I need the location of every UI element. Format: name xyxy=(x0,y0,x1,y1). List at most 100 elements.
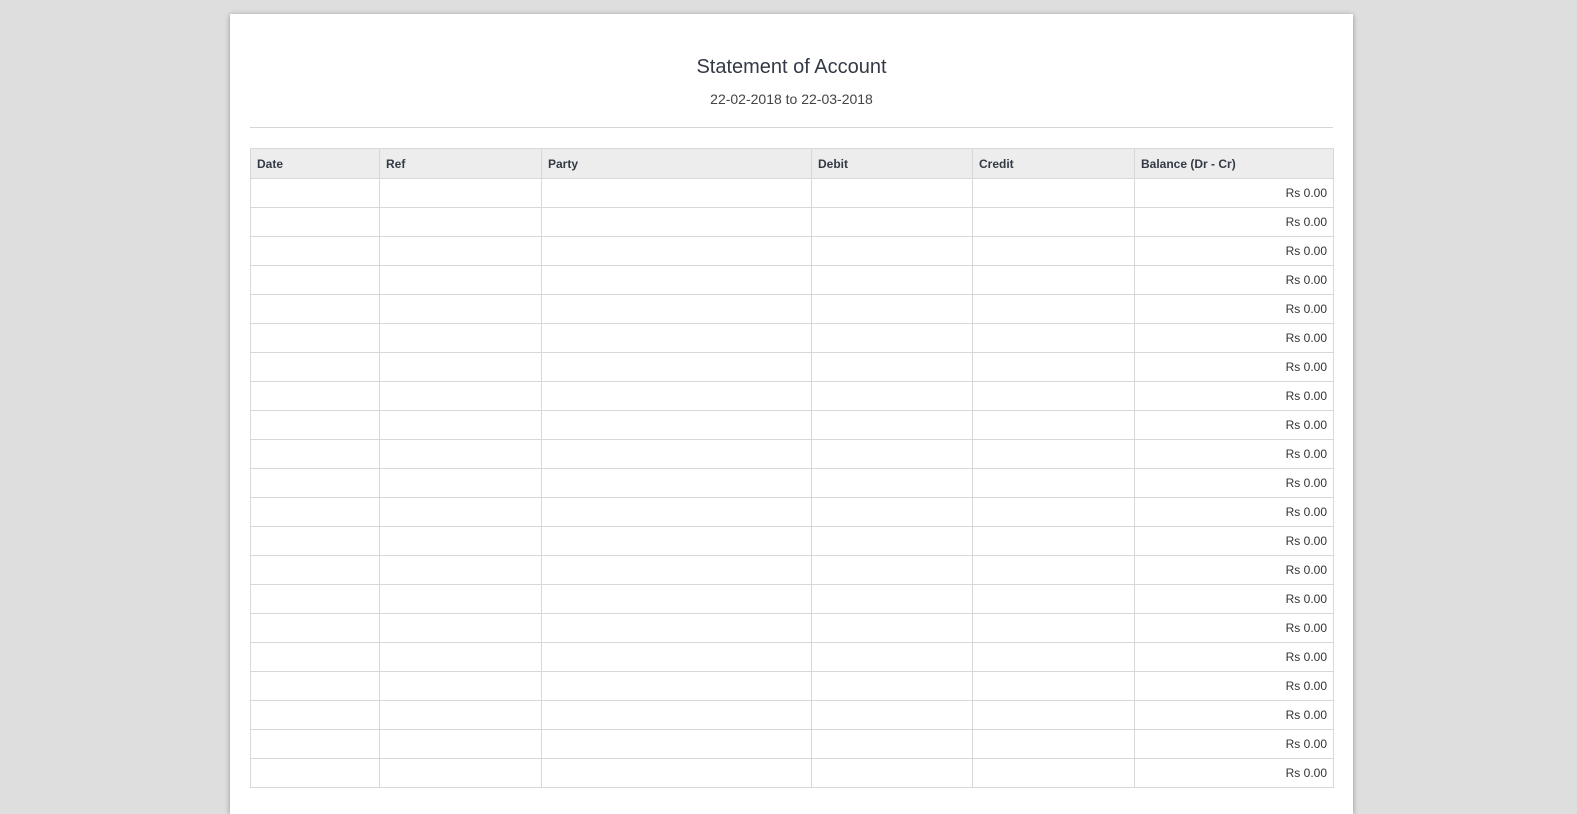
cell-ref xyxy=(379,468,542,498)
cell-debit xyxy=(811,265,973,295)
table-row: Rs 0.00 xyxy=(250,352,1334,382)
cell-balance: Rs 0.00 xyxy=(1134,323,1334,353)
cell-ref xyxy=(379,671,542,701)
cell-ref xyxy=(379,613,542,643)
cell-balance: Rs 0.00 xyxy=(1134,613,1334,643)
cell-date xyxy=(250,439,380,469)
table-row: Rs 0.00 xyxy=(250,439,1334,469)
cell-party xyxy=(541,700,812,730)
cell-party xyxy=(541,642,812,672)
cell-date xyxy=(250,729,380,759)
cell-date xyxy=(250,700,380,730)
table-body: Rs 0.00 Rs 0.00 Rs 0.00 Rs 0.00 Rs 0.00 Rs 0.… xyxy=(250,178,1334,788)
statement-period: 22-02-2018 to 22-03-2018 xyxy=(710,91,873,107)
cell-date xyxy=(250,323,380,353)
cell-date xyxy=(250,236,380,266)
header-divider xyxy=(250,127,1333,128)
cell-date xyxy=(250,584,380,614)
cell-debit xyxy=(811,671,973,701)
table-row: Rs 0.00 xyxy=(250,497,1334,527)
cell-balance: Rs 0.00 xyxy=(1134,236,1334,266)
cell-debit xyxy=(811,410,973,440)
cell-party xyxy=(541,584,812,614)
cell-credit xyxy=(972,439,1135,469)
table-row: Rs 0.00 xyxy=(250,410,1334,440)
cell-debit xyxy=(811,613,973,643)
cell-debit xyxy=(811,439,973,469)
cell-debit xyxy=(811,352,973,382)
cell-ref xyxy=(379,381,542,411)
cell-party xyxy=(541,410,812,440)
cell-date xyxy=(250,671,380,701)
cell-ref xyxy=(379,410,542,440)
cell-party xyxy=(541,178,812,208)
cell-credit xyxy=(972,642,1135,672)
cell-balance: Rs 0.00 xyxy=(1134,584,1334,614)
cell-debit xyxy=(811,207,973,237)
cell-ref xyxy=(379,294,542,324)
cell-ref xyxy=(379,758,542,788)
cell-party xyxy=(541,439,812,469)
cell-ref xyxy=(379,439,542,469)
table-header-row: Date Ref Party Debit Credit Balance (Dr … xyxy=(250,148,1334,179)
cell-credit xyxy=(972,207,1135,237)
cell-credit xyxy=(972,265,1135,295)
cell-balance: Rs 0.00 xyxy=(1134,700,1334,730)
cell-ref xyxy=(379,497,542,527)
cell-credit xyxy=(972,613,1135,643)
cell-ref xyxy=(379,700,542,730)
cell-balance: Rs 0.00 xyxy=(1134,352,1334,382)
cell-credit xyxy=(972,294,1135,324)
cell-date xyxy=(250,381,380,411)
cell-date xyxy=(250,526,380,556)
table-row: Rs 0.00 xyxy=(250,700,1334,730)
cell-credit xyxy=(972,468,1135,498)
cell-balance: Rs 0.00 xyxy=(1134,265,1334,295)
cell-debit xyxy=(811,294,973,324)
cell-balance: Rs 0.00 xyxy=(1134,758,1334,788)
cell-credit xyxy=(972,758,1135,788)
cell-date xyxy=(250,410,380,440)
cell-date xyxy=(250,642,380,672)
cell-ref xyxy=(379,178,542,208)
cell-debit xyxy=(811,236,973,266)
cell-credit xyxy=(972,700,1135,730)
cell-debit xyxy=(811,729,973,759)
cell-date xyxy=(250,207,380,237)
cell-credit xyxy=(972,352,1135,382)
column-header-party: Party xyxy=(541,148,812,179)
table-row: Rs 0.00 xyxy=(250,294,1334,324)
cell-credit xyxy=(972,236,1135,266)
cell-date xyxy=(250,758,380,788)
cell-credit xyxy=(972,497,1135,527)
cell-party xyxy=(541,323,812,353)
cell-debit xyxy=(811,497,973,527)
cell-balance: Rs 0.00 xyxy=(1134,729,1334,759)
table-row: Rs 0.00 xyxy=(250,236,1334,266)
cell-party xyxy=(541,671,812,701)
cell-date xyxy=(250,352,380,382)
column-header-debit: Debit xyxy=(811,148,973,179)
cell-debit xyxy=(811,468,973,498)
cell-balance: Rs 0.00 xyxy=(1134,410,1334,440)
cell-debit xyxy=(811,758,973,788)
cell-ref xyxy=(379,352,542,382)
column-header-credit: Credit xyxy=(972,148,1135,179)
cell-credit xyxy=(972,178,1135,208)
cell-party xyxy=(541,294,812,324)
cell-credit xyxy=(972,671,1135,701)
table-row: Rs 0.00 xyxy=(250,323,1334,353)
cell-debit xyxy=(811,526,973,556)
cell-ref xyxy=(379,584,542,614)
cell-balance: Rs 0.00 xyxy=(1134,381,1334,411)
cell-credit xyxy=(972,410,1135,440)
table-row: Rs 0.00 xyxy=(250,729,1334,759)
cell-ref xyxy=(379,729,542,759)
cell-party xyxy=(541,236,812,266)
table-row: Rs 0.00 xyxy=(250,381,1334,411)
cell-debit xyxy=(811,584,973,614)
cell-credit xyxy=(972,555,1135,585)
cell-party xyxy=(541,381,812,411)
cell-party xyxy=(541,729,812,759)
cell-party xyxy=(541,555,812,585)
